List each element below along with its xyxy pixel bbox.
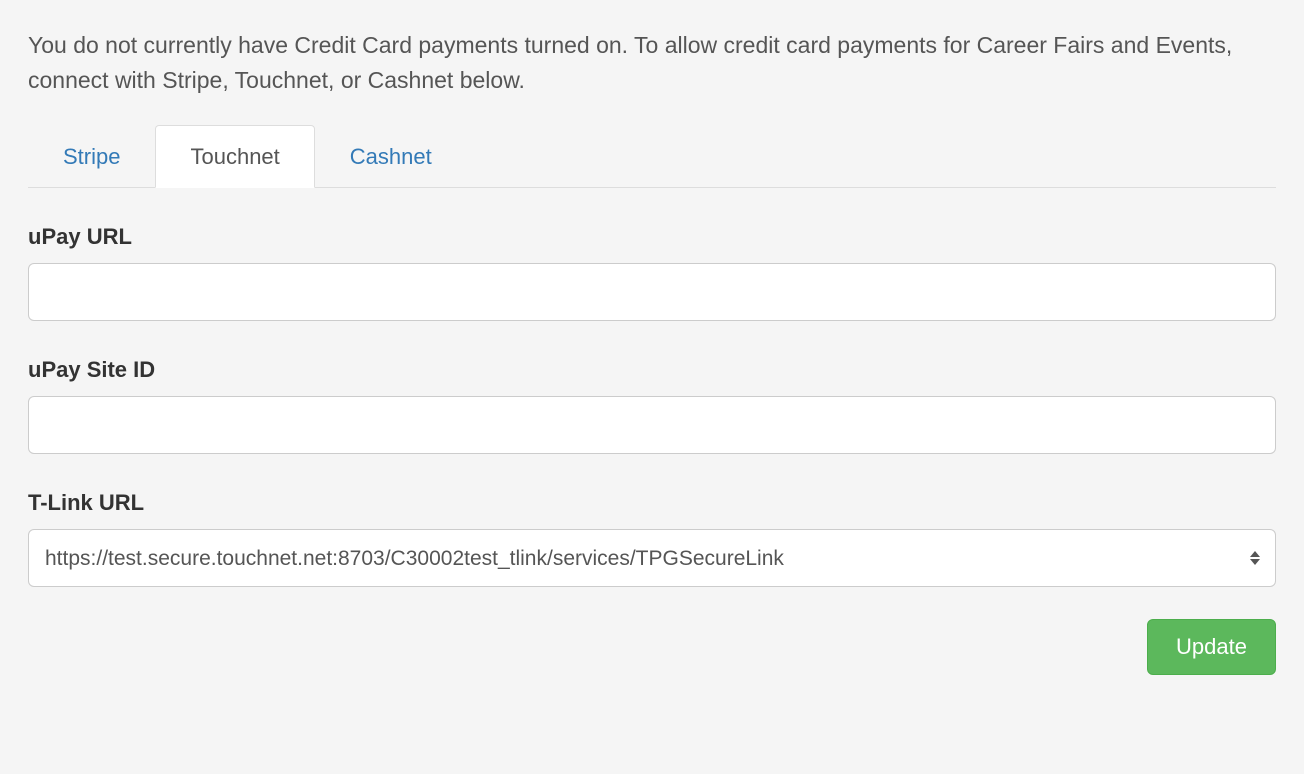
upay-url-label: uPay URL: [28, 220, 1276, 253]
tab-touchnet[interactable]: Touchnet: [155, 125, 314, 188]
upay-url-input[interactable]: [28, 263, 1276, 321]
tab-cashnet[interactable]: Cashnet: [315, 125, 467, 188]
upay-site-id-label: uPay Site ID: [28, 353, 1276, 386]
tab-stripe[interactable]: Stripe: [28, 125, 155, 188]
tlink-url-select[interactable]: https://test.secure.touchnet.net:8703/C3…: [28, 529, 1276, 587]
payment-tabs: Stripe Touchnet Cashnet: [28, 125, 1276, 188]
tlink-url-label: T-Link URL: [28, 486, 1276, 519]
intro-text: You do not currently have Credit Card pa…: [28, 28, 1276, 97]
upay-site-id-input[interactable]: [28, 396, 1276, 454]
update-button[interactable]: Update: [1147, 619, 1276, 675]
